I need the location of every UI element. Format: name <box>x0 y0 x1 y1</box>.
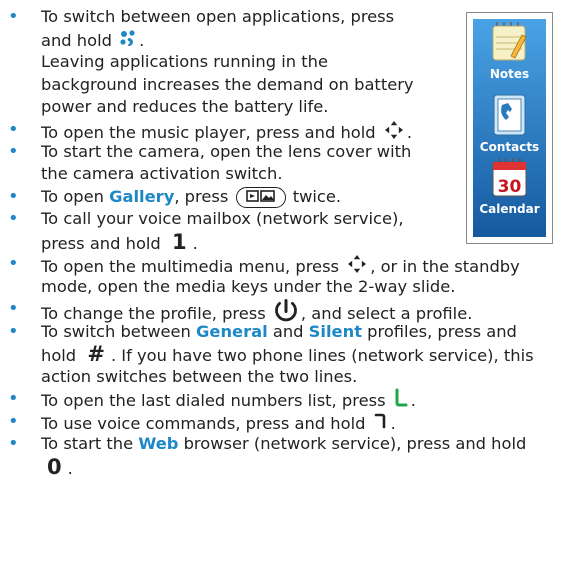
tip-text: To open the multimedia menu, press <box>41 256 345 276</box>
app-shortcut-panel: Notes Contacts 30 Calendar <box>466 12 553 244</box>
tip-line: To switch between General and Silent pro… <box>41 321 517 344</box>
tip-text: background increases the demand on batte… <box>41 74 414 94</box>
tip-text: and <box>267 321 309 341</box>
tip-line: 0. <box>41 454 73 481</box>
tip-text: . If you have two phone lines (network s… <box>110 346 534 365</box>
key-label: 1 <box>171 229 187 254</box>
tip-line: action switches between the two lines. <box>41 366 357 389</box>
tip-text: mode, open the media keys under the 2-wa… <box>41 276 456 296</box>
gallery-key-icon <box>235 186 286 209</box>
tip-text: action switches between the two lines. <box>41 366 358 386</box>
tip-line: background increases the demand on batte… <box>41 74 414 97</box>
contacts-icon[interactable] <box>493 94 526 136</box>
bullet-marker: • <box>8 410 19 432</box>
tip-text: . <box>390 413 396 433</box>
bullet-marker: • <box>8 433 19 454</box>
tip-text: . <box>406 122 412 142</box>
tip-text: hold <box>41 346 82 365</box>
bullet-marker: • <box>8 208 19 229</box>
tip-text: twice. <box>287 186 342 206</box>
tip-line: To open Gallery, press twice. <box>41 186 341 209</box>
side-item-label: Contacts <box>480 140 539 154</box>
calendar-icon[interactable]: 30 <box>492 158 527 197</box>
side-item-label: Calendar <box>479 202 539 216</box>
bullet-marker: • <box>8 119 19 140</box>
tip-line: Leaving applications running in the <box>41 51 328 74</box>
notes-icon[interactable] <box>492 22 527 61</box>
tip-text: To switch between <box>41 321 197 341</box>
bullet-marker: • <box>8 185 19 207</box>
bullet-marker: • <box>8 253 19 274</box>
tip-line: To call your voice mailbox (network serv… <box>41 208 404 231</box>
tip-text: Leaving applications running in the <box>41 52 328 71</box>
tip-line: mode, open the media keys under the 2-wa… <box>41 276 455 299</box>
menu-term: General <box>196 321 268 341</box>
tip-text: To use voice commands, press and hold <box>41 413 371 433</box>
tip-text: the camera activation switch. <box>41 164 283 183</box>
apps-key-icon <box>119 29 137 54</box>
tip-text: , or in the standby <box>370 256 520 276</box>
tip-text: , press <box>174 186 234 206</box>
page: • To switch between open applications, pr… <box>0 0 569 563</box>
tip-line: To start the Web browser (network servic… <box>41 433 526 456</box>
tip-text: press and hold <box>41 233 166 253</box>
calendar-day: 30 <box>498 177 522 197</box>
tip-text: To start the camera, open the lens cover… <box>41 141 412 161</box>
tip-line: To start the camera, open the lens cover… <box>41 141 411 164</box>
tip-text: . <box>139 30 145 50</box>
tip-text: To switch between open applications, pre… <box>41 7 395 26</box>
tip-line: power and reduces the battery life. <box>41 96 328 119</box>
menu-term: Web <box>138 434 179 453</box>
bullet-marker: • <box>8 320 19 342</box>
tip-text: . <box>410 390 416 410</box>
tip-line: and hold . <box>41 29 144 54</box>
bullet-marker: • <box>8 6 19 27</box>
side-item-label: Notes <box>490 67 529 81</box>
tip-line: hold # . If you have two phone lines (net… <box>41 343 534 368</box>
tip-text: . <box>67 458 73 478</box>
menu-term: Gallery <box>109 186 175 206</box>
tip-text: To open the music player, press and hold <box>41 122 381 142</box>
tip-text: To call your voice mailbox (network serv… <box>41 209 404 228</box>
bullet-marker: • <box>8 388 19 409</box>
tip-text: To open the last dialed numbers list, pr… <box>41 390 391 410</box>
tip-line: To switch between open applications, pre… <box>41 6 394 29</box>
tip-text: browser (network service), press and hol… <box>178 434 527 453</box>
key-label: # <box>87 342 105 366</box>
bullet-marker: • <box>8 298 19 319</box>
key-label: 0 <box>47 454 62 479</box>
tip-text: To open <box>41 186 110 206</box>
tip-text: profiles, press and <box>361 321 517 341</box>
bullet-marker: • <box>8 140 19 162</box>
menu-term: Silent <box>308 321 362 341</box>
tip-line: press and hold 1. <box>41 229 198 256</box>
tip-text: To start the <box>41 434 139 453</box>
tip-line: the camera activation switch. <box>41 163 283 186</box>
tip-text: . <box>192 233 198 253</box>
tip-text: and hold <box>41 30 118 50</box>
tip-text: power and reduces the battery life. <box>41 97 329 116</box>
